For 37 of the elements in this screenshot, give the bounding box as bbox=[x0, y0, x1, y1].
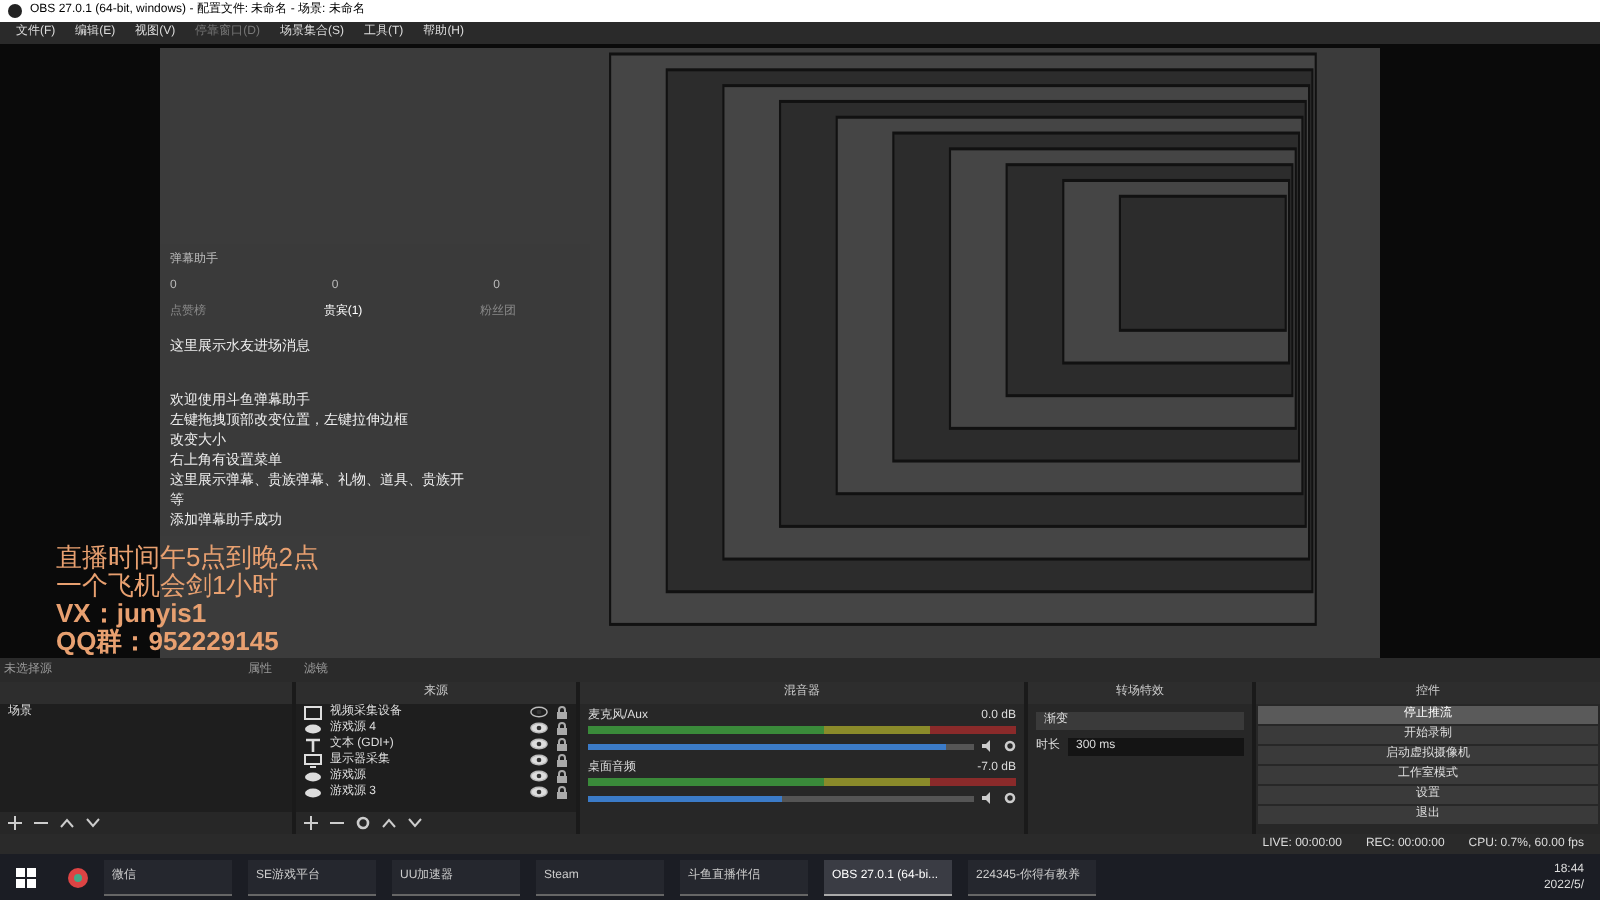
lock-icon[interactable] bbox=[556, 705, 568, 719]
add-icon[interactable] bbox=[8, 816, 22, 830]
lock-icon[interactable] bbox=[556, 721, 568, 735]
volume-slider[interactable] bbox=[588, 743, 974, 749]
overlay-text: QQ群：952229145 bbox=[56, 628, 279, 656]
remove-icon[interactable] bbox=[34, 816, 48, 830]
eye-icon[interactable] bbox=[530, 738, 548, 750]
down-icon[interactable] bbox=[408, 818, 422, 828]
settings-icon[interactable] bbox=[356, 816, 370, 830]
app-logo-icon bbox=[8, 4, 22, 18]
remove-icon[interactable] bbox=[330, 816, 344, 830]
eye-icon[interactable] bbox=[530, 722, 548, 734]
settings-icon[interactable] bbox=[1004, 792, 1016, 804]
text-icon bbox=[304, 737, 322, 751]
down-icon[interactable] bbox=[86, 818, 100, 828]
up-icon[interactable] bbox=[60, 818, 74, 828]
overlay-text: 一个飞机会剑1小时 bbox=[56, 572, 279, 600]
speaker-icon[interactable] bbox=[982, 792, 996, 804]
monitor-icon bbox=[304, 753, 322, 767]
camera-icon bbox=[304, 705, 322, 719]
add-icon[interactable] bbox=[304, 816, 318, 830]
overlay-text: VX：junyis1 bbox=[56, 600, 207, 628]
lock-icon[interactable] bbox=[556, 753, 568, 767]
lock-icon[interactable] bbox=[556, 785, 568, 799]
browser-icon[interactable] bbox=[68, 867, 88, 887]
lock-icon[interactable] bbox=[556, 769, 568, 783]
eye-icon[interactable] bbox=[530, 754, 548, 766]
settings-icon[interactable] bbox=[1004, 740, 1016, 752]
volume-slider[interactable] bbox=[588, 795, 974, 801]
eye-icon[interactable] bbox=[530, 786, 548, 798]
up-icon[interactable] bbox=[382, 818, 396, 828]
eye-icon[interactable] bbox=[530, 770, 548, 782]
lock-icon[interactable] bbox=[556, 737, 568, 751]
windows-start-icon[interactable] bbox=[16, 867, 36, 887]
overlay-text: 直播时间午5点到晚2点 bbox=[56, 544, 319, 572]
speaker-icon[interactable] bbox=[982, 740, 996, 752]
eye-off-icon[interactable] bbox=[530, 706, 548, 718]
